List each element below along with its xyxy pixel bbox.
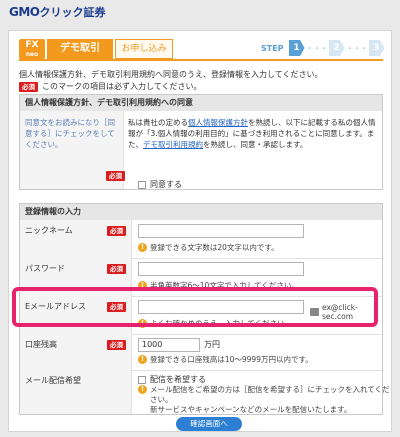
step-1-marker: 1 (288, 40, 305, 56)
agreement-heading: 個人情報保護方針、デモ取引利用規約への同意 (20, 95, 382, 111)
mail-delivery-option-label: 配信を希望する (150, 375, 206, 384)
step-indicator: STEP 1 ・・・ 2 ・・・ 3 (261, 40, 385, 56)
mail-delivery-checkbox[interactable] (138, 375, 146, 384)
main-card: FX neo デモ取引 お申し込み STEP 1 ・・・ 2 ・・・ 3 個人情… (8, 30, 392, 432)
agreement-section: 個人情報保護方針、デモ取引利用規約への同意 同意文をお読みになり［同意する］にチ… (19, 94, 383, 190)
logo-gmo-text: GMO (9, 5, 40, 19)
agree-checkbox[interactable] (138, 180, 146, 189)
intro-text: 個人情報保護方針、デモ取引利用規約へ同意のうえ、登録情報を入力してください。 (19, 70, 323, 79)
nickname-label: ニックネーム (25, 226, 73, 235)
agree-option[interactable]: 同意する (138, 179, 182, 190)
registration-heading: 登録情報の入力 (20, 204, 382, 220)
agreement-text: 私は貴社の定める個人情報保護方針を熟読し、以下に記載する私の個人情報が「3.個人… (128, 117, 378, 150)
logo-brand-text: クリック証券 (39, 6, 106, 19)
balance-hint-text: 登録できる口座残高は10〜9999万円以内です。 (150, 355, 313, 364)
mail-delivery-row: メール配信希望 配信を希望する ! メール配信をご希望の方は［配信を希望する］に… (20, 370, 390, 414)
nickname-hint: ! 登録できる文字数は20文字以内です。 (138, 242, 279, 253)
tab-underline (19, 59, 383, 61)
info-icon: ! (138, 243, 147, 252)
step-label: STEP (261, 43, 284, 53)
mail-delivery-hint-line1: メール配信をご希望の方は［配信を希望する］にチェックを入れてください。 (150, 385, 390, 404)
required-note-text: このマークの項目は必ず入力してください。 (42, 82, 202, 91)
gmo-click-logo: GMO クリック証券 (9, 5, 106, 19)
nickname-hint-text: 登録できる文字数は20文字以内です。 (150, 243, 279, 252)
step-2-marker: 2 (328, 40, 345, 56)
balance-highlight-frame (12, 287, 378, 327)
demo-terms-link[interactable]: デモ取引利用規約 (143, 140, 203, 149)
balance-hint: ! 登録できる口座残高は10〜9999万円以内です。 (138, 354, 313, 365)
page: GMO クリック証券 FX neo デモ取引 お申し込み STEP 1 ・・・ … (0, 0, 400, 437)
agreement-text-pre: 私は貴社の定める (128, 118, 188, 127)
nickname-row: ニックネーム 必須 ! 登録できる文字数は20文字以内です。 (20, 220, 382, 258)
nickname-input[interactable] (138, 224, 304, 238)
balance-input[interactable]: 1000 (138, 338, 200, 352)
balance-unit: 万円 (204, 340, 220, 349)
required-badge: 必須 (19, 81, 38, 92)
privacy-policy-link[interactable]: 個人情報保護方針 (188, 118, 248, 127)
password-label: パスワード (25, 264, 65, 273)
mail-delivery-option[interactable]: 配信を希望する (138, 374, 206, 385)
required-badge: 必須 (107, 264, 126, 274)
neo-badge-label: neo (25, 51, 39, 58)
fx-neo-badge: FX neo (19, 39, 45, 59)
agree-checkbox-label: 同意する (150, 180, 182, 189)
step-3-marker: 3 (368, 40, 385, 56)
required-note: 必須 このマークの項目は必ず入力してください。 (19, 81, 202, 92)
step-dots: ・・・ (306, 43, 328, 53)
balance-label: 口座残高 (25, 340, 57, 349)
password-input[interactable] (138, 262, 304, 276)
info-icon: ! (138, 355, 147, 364)
agreement-text-post: を熟読し、同意・承認します。 (203, 140, 308, 149)
confirm-button[interactable]: 確認画面へ (176, 417, 242, 431)
mail-delivery-hint: ! メール配信をご希望の方は［配信を希望する］にチェックを入れてください。 新サ… (138, 385, 390, 415)
required-badge: 必須 (107, 340, 126, 350)
tab-application: お申し込み (115, 39, 173, 59)
fx-badge-label: FX (25, 40, 39, 50)
required-badge: 必須 (107, 226, 126, 236)
mail-delivery-hint-line2: 新サービスやキャンペーンなどのメールを配信いたします。 (150, 405, 352, 414)
required-badge: 必須 (106, 171, 125, 181)
info-icon: ! (138, 385, 147, 394)
mail-delivery-label: メール配信希望 (25, 376, 81, 385)
step-dots: ・・・ (346, 43, 368, 53)
mail-delivery-hint-text: メール配信をご希望の方は［配信を希望する］にチェックを入れてください。 新サービ… (150, 385, 390, 415)
balance-row: 口座残高 必須 1000 万円 ! 登録できる口座残高は10〜9999万円以内で… (20, 334, 382, 370)
tab-demo-trading: デモ取引 (47, 39, 113, 59)
